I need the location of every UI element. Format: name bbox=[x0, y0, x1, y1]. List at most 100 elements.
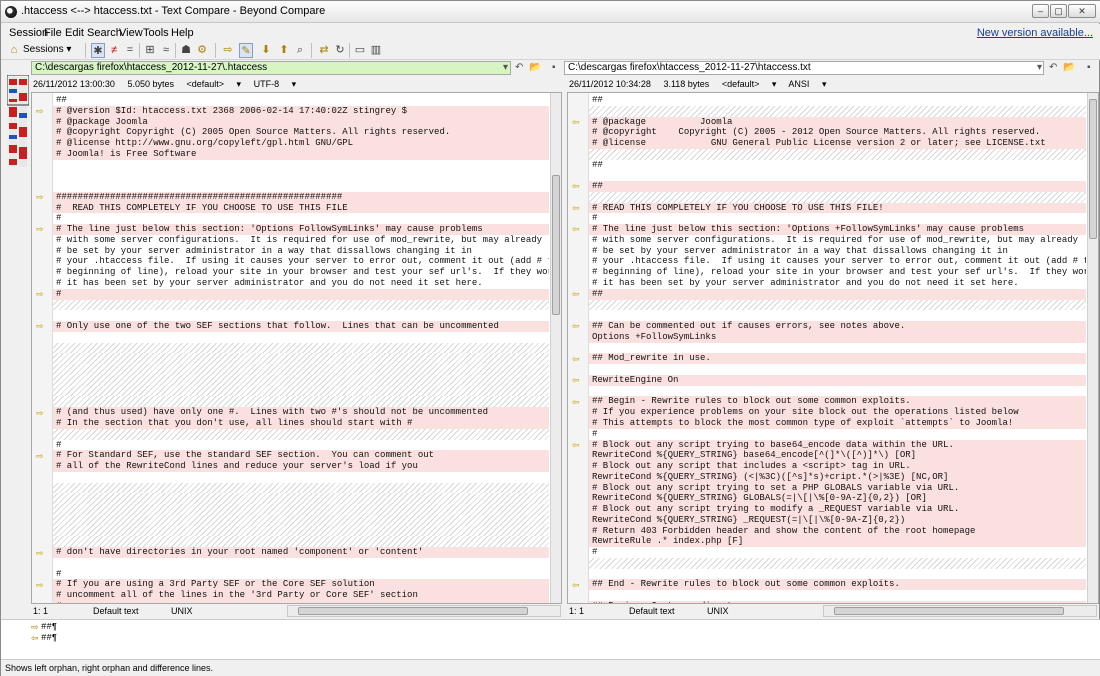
right-text-line[interactable]: ## Can be commented out if causes errors… bbox=[589, 321, 1086, 332]
copy-to-right-arrow-icon[interactable]: ⇨ bbox=[36, 580, 44, 590]
right-text-line[interactable]: ## Begin - Rewrite rules to block out so… bbox=[589, 396, 1086, 408]
menu-search[interactable]: Search bbox=[87, 27, 122, 39]
left-vertical-scrollbar[interactable] bbox=[550, 93, 561, 603]
right-text-line[interactable]: ## bbox=[589, 288, 1086, 300]
edit-icon[interactable]: ✎ bbox=[239, 43, 253, 58]
right-text-line[interactable]: RewriteCond %{QUERY_STRING} GLOBALS(=|\[… bbox=[589, 493, 1086, 505]
layout-icon[interactable]: ▭ bbox=[353, 43, 367, 58]
left-text-line[interactable] bbox=[53, 299, 549, 311]
left-text-line[interactable] bbox=[53, 159, 549, 171]
copy-to-left-arrow-icon[interactable]: ⇦ bbox=[572, 602, 580, 603]
right-scroll-thumb[interactable] bbox=[1089, 99, 1097, 239]
left-text-line[interactable]: ## bbox=[53, 95, 549, 106]
right-hscroll-thumb[interactable] bbox=[834, 607, 1064, 615]
left-text-line[interactable]: # your .htaccess file. If using it cause… bbox=[53, 256, 549, 268]
left-text-line[interactable]: # be set by your server administrator in… bbox=[53, 245, 549, 257]
menu-view[interactable]: View bbox=[119, 27, 143, 39]
home-icon[interactable]: ⌂ bbox=[7, 43, 21, 58]
left-path-input[interactable]: C:\descargas firefox\htaccess_2012-11-27… bbox=[31, 61, 511, 75]
copy-to-left-arrow-icon[interactable]: ⇦ bbox=[572, 203, 580, 213]
swap-icon[interactable]: ⇄ bbox=[317, 43, 331, 58]
left-text-line[interactable]: # don't have directories in your root na… bbox=[53, 547, 549, 558]
copy-to-left-arrow-icon[interactable]: ⇦ bbox=[572, 580, 580, 590]
left-text-line[interactable]: # bbox=[53, 288, 549, 300]
next-diff-icon[interactable]: ⬇ bbox=[259, 43, 273, 58]
copy-to-right-arrow-icon[interactable]: ⇨ bbox=[36, 548, 44, 558]
copy-to-right-arrow-icon[interactable]: ⇨ bbox=[36, 224, 44, 234]
left-text-line[interactable] bbox=[53, 471, 549, 483]
right-save-icon[interactable]: ▪ bbox=[1087, 62, 1091, 74]
right-format-select[interactable]: <default> ▾ bbox=[722, 79, 777, 89]
right-text-line[interactable]: ## Mod_rewrite in use. bbox=[589, 353, 1086, 365]
right-encoding-select[interactable]: ANSI ▾ bbox=[788, 79, 826, 89]
right-text-line[interactable]: # Block out any script trying to set a P… bbox=[589, 482, 1086, 494]
right-text-line[interactable]: # @package Joomla bbox=[589, 116, 1086, 128]
copy-to-right-arrow-icon[interactable]: ⇨ bbox=[36, 408, 44, 418]
left-text-line[interactable] bbox=[53, 525, 549, 537]
thumbnail-overview[interactable] bbox=[7, 75, 29, 605]
left-text-line[interactable]: # (and thus used) have only one #. Lines… bbox=[53, 407, 549, 418]
copy-to-left-arrow-icon[interactable]: ⇦ bbox=[572, 354, 580, 364]
right-text-line[interactable] bbox=[589, 385, 1086, 397]
left-scroll-thumb[interactable] bbox=[552, 175, 560, 315]
right-text-line[interactable]: # The line just below this section: 'Opt… bbox=[589, 224, 1086, 235]
menu-help[interactable]: Help bbox=[171, 27, 194, 39]
left-horizontal-scrollbar[interactable] bbox=[287, 605, 561, 617]
show-same-icon[interactable]: = bbox=[123, 43, 137, 58]
right-text-line[interactable]: # bbox=[589, 428, 1086, 440]
copy-to-left-arrow-icon[interactable]: ⇦ bbox=[572, 117, 580, 127]
left-text-line[interactable] bbox=[53, 374, 549, 386]
right-history-icon[interactable]: ↶ bbox=[1049, 62, 1057, 74]
left-save-icon[interactable]: ▪ bbox=[552, 62, 556, 74]
right-text-line[interactable]: RewriteEngine On bbox=[589, 374, 1086, 386]
copy-to-right-arrow-icon[interactable]: ⇨ bbox=[36, 451, 44, 461]
maximize-button[interactable]: ▢ bbox=[1050, 4, 1067, 18]
left-text-pane[interactable]: ## # @version $Id: htaccess.txt 2368 2006… bbox=[31, 92, 562, 604]
right-text-line[interactable] bbox=[589, 148, 1086, 160]
left-text-line[interactable]: # beginning of line), reload your site i… bbox=[53, 267, 549, 279]
refresh-icon[interactable]: ↻ bbox=[333, 43, 347, 58]
left-path-dropdown-icon[interactable]: ▾ bbox=[503, 62, 508, 74]
left-text-line[interactable]: # @license http://www.gnu.org/copyleft/g… bbox=[53, 138, 549, 149]
left-text-line[interactable] bbox=[53, 493, 549, 505]
menu-tools[interactable]: Tools bbox=[143, 27, 169, 39]
right-text-line[interactable] bbox=[589, 170, 1086, 182]
right-text-line[interactable]: ## bbox=[589, 181, 1086, 192]
copy-to-right-arrow-icon[interactable]: ⇨ bbox=[36, 106, 44, 116]
left-hscroll-thumb[interactable] bbox=[298, 607, 528, 615]
left-text-line[interactable]: # Joomla! is Free Software bbox=[53, 148, 549, 160]
left-text-line[interactable]: ########################################… bbox=[53, 191, 549, 203]
right-text-line[interactable] bbox=[589, 557, 1086, 569]
right-text-line[interactable]: # it has been set by your server adminis… bbox=[589, 278, 1086, 289]
left-text-line[interactable] bbox=[53, 504, 549, 515]
right-text-line[interactable]: # Block out any script trying to base64_… bbox=[589, 439, 1086, 451]
left-text-line[interactable]: # bbox=[53, 600, 549, 603]
line-details-pane[interactable]: ⇨ ##¶ ⇦ ##¶ bbox=[1, 619, 1100, 659]
ignore-icon[interactable]: ≈ bbox=[159, 43, 173, 58]
find-icon[interactable]: ⌕ bbox=[293, 43, 307, 58]
left-history-icon[interactable]: ↶ bbox=[515, 62, 523, 74]
left-text-line[interactable]: # READ THIS COMPLETELY IF YOU CHOOSE TO … bbox=[53, 202, 549, 214]
left-open-folder-icon[interactable]: 📂 bbox=[529, 62, 541, 74]
left-text-line[interactable]: # all of the RewriteCond lines and reduc… bbox=[53, 461, 549, 472]
copy-to-right-arrow-icon[interactable]: ⇨ bbox=[36, 192, 44, 202]
context-icon[interactable]: ⊞ bbox=[143, 43, 157, 58]
right-path-input[interactable]: C:\descargas firefox\htaccess_2012-11-27… bbox=[564, 61, 1044, 75]
split-icon[interactable]: ▥ bbox=[369, 43, 383, 58]
right-text-pane[interactable]: ## # @package Joomla # @copyright Copyrigh… bbox=[567, 92, 1099, 604]
left-text-line[interactable] bbox=[53, 557, 549, 569]
right-text-line[interactable]: ## Begin - Custom redirects bbox=[589, 600, 1086, 603]
left-text-line[interactable]: # @version $Id: htaccess.txt 2368 2006-0… bbox=[53, 105, 549, 117]
left-text-line[interactable] bbox=[53, 482, 549, 494]
copy-to-left-arrow-icon[interactable]: ⇦ bbox=[572, 289, 580, 299]
menu-edit[interactable]: Edit bbox=[65, 27, 84, 39]
left-text-line[interactable]: # @copyright Copyright (C) 2005 Open Sou… bbox=[53, 127, 549, 139]
prev-diff-icon[interactable]: ⬆ bbox=[277, 43, 291, 58]
left-text-line[interactable]: # it has been set by your server adminis… bbox=[53, 278, 549, 289]
left-text-line[interactable] bbox=[53, 331, 549, 343]
right-text-line[interactable] bbox=[589, 364, 1086, 375]
copy-to-left-arrow-icon[interactable]: ⇦ bbox=[572, 321, 580, 331]
right-text-line[interactable]: # READ THIS COMPLETELY IF YOU CHOOSE TO … bbox=[589, 202, 1086, 214]
rules-icon[interactable]: ☗ bbox=[179, 43, 193, 58]
left-text-line[interactable] bbox=[53, 181, 549, 192]
